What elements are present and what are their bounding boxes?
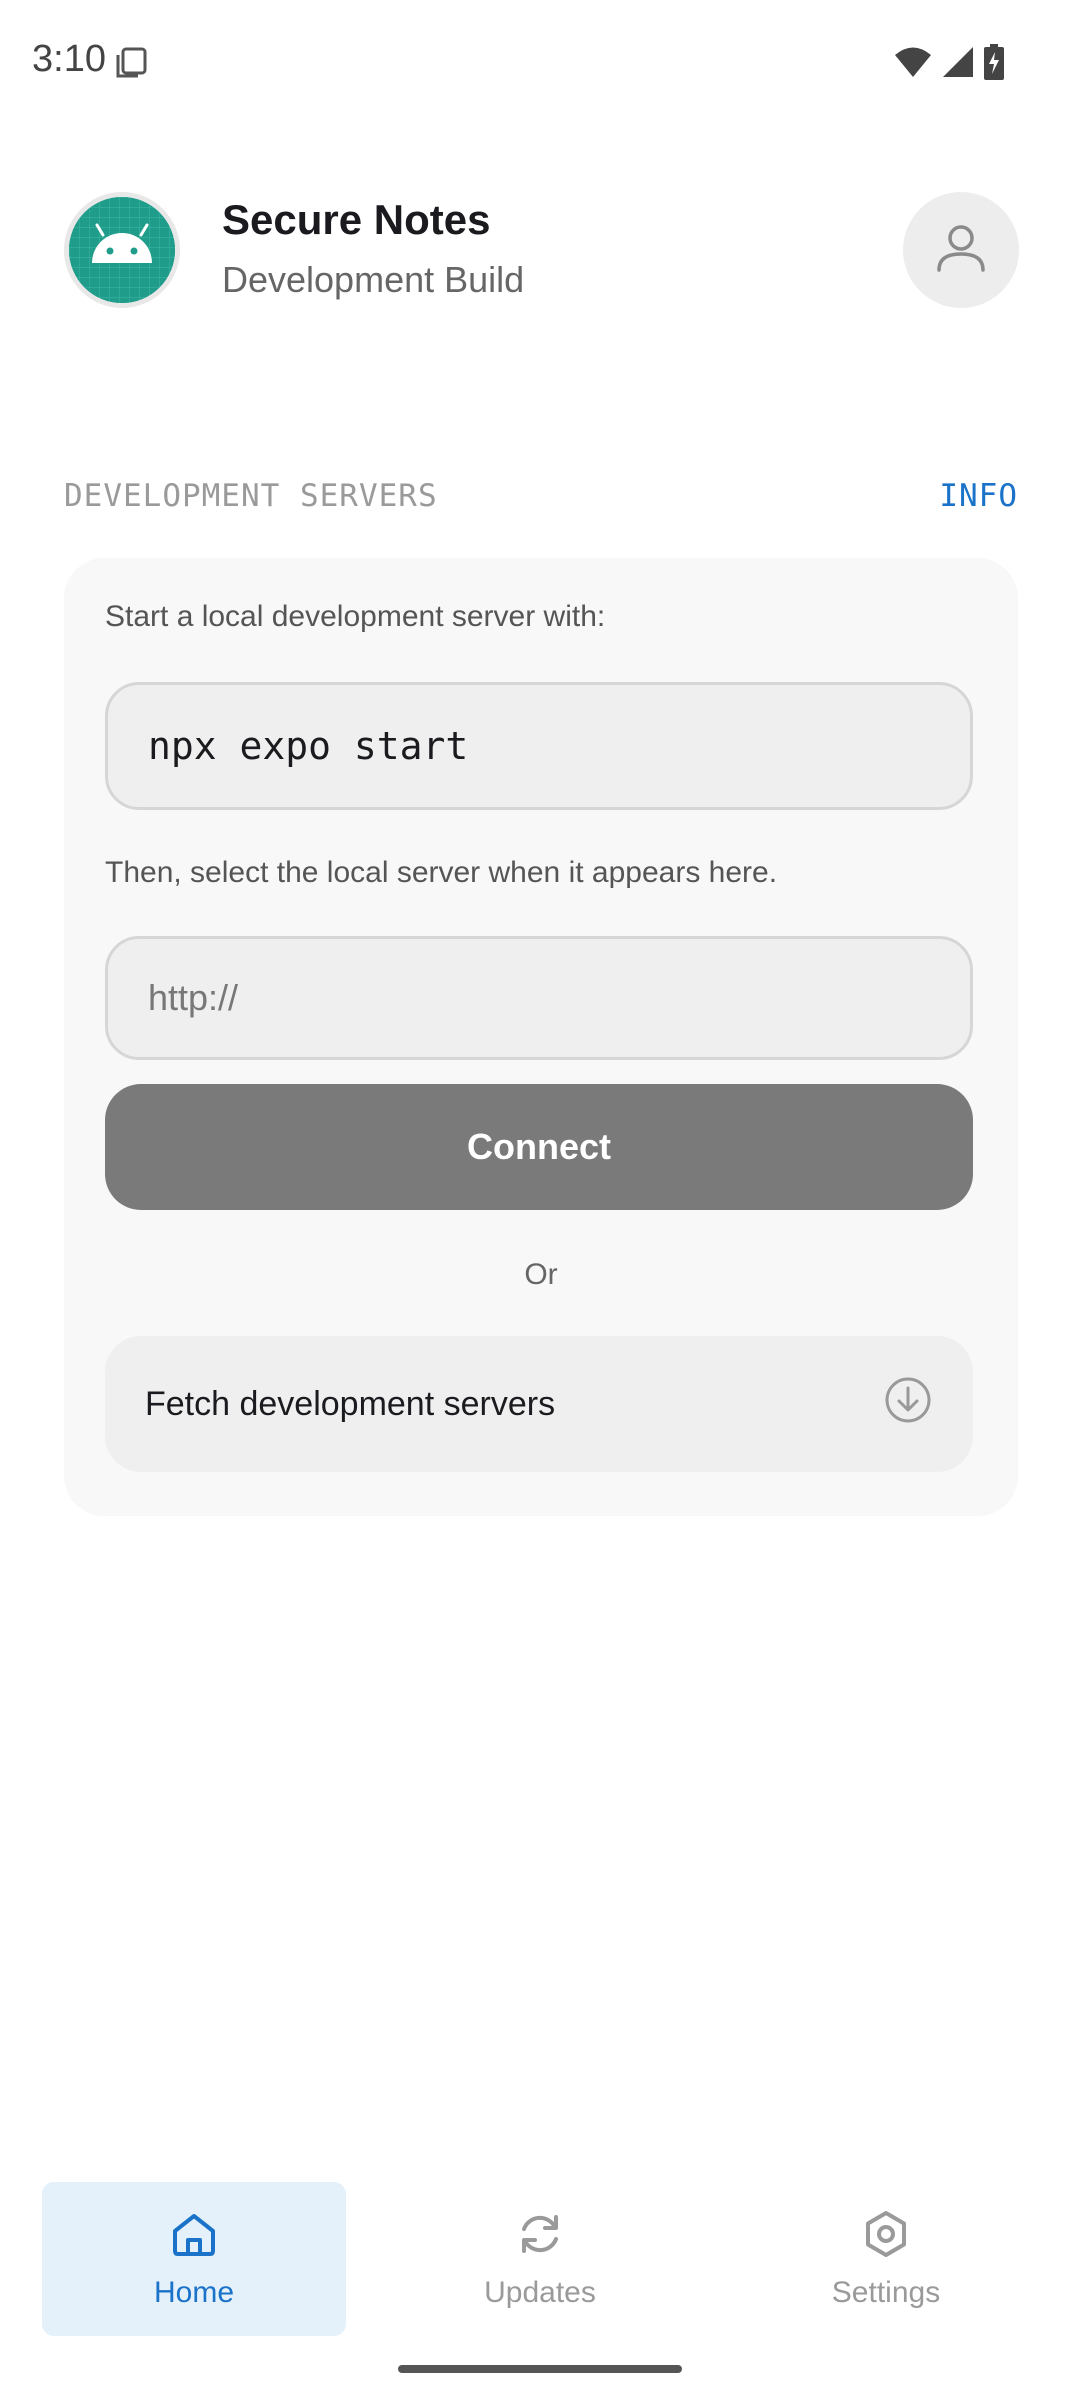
section-title: DEVELOPMENT SERVERS <box>64 478 438 514</box>
intro-text: Start a local development server with: <box>105 600 606 633</box>
wifi-icon <box>894 46 932 83</box>
signal-icon <box>942 46 974 83</box>
nav-item-settings[interactable]: Settings <box>734 2182 1038 2336</box>
home-icon <box>169 2209 219 2264</box>
bottom-nav: Home Updates Settings <box>0 2180 1080 2340</box>
fetch-servers-label: Fetch development servers <box>145 1384 556 1423</box>
connect-button[interactable]: Connect <box>105 1084 973 1210</box>
nav-label-updates: Updates <box>484 2275 596 2309</box>
info-button[interactable]: INFO <box>939 478 1018 514</box>
dev-servers-card: Start a local development server with: n… <box>64 558 1018 1516</box>
profile-button[interactable] <box>903 192 1019 308</box>
download-circle-icon <box>883 1375 933 1434</box>
fetch-servers-button[interactable]: Fetch development servers <box>105 1336 973 1472</box>
build-type: Development Build <box>222 259 525 300</box>
status-icons <box>894 44 1004 85</box>
refresh-icon <box>515 2209 565 2264</box>
nav-item-home[interactable]: Home <box>42 2182 346 2336</box>
status-bar: 3:10 <box>0 0 1080 128</box>
app-icon <box>64 192 180 308</box>
select-server-text: Then, select the local server when it ap… <box>105 856 778 889</box>
nav-label-settings: Settings <box>831 2275 941 2309</box>
nav-item-updates[interactable]: Updates <box>388 2182 692 2336</box>
or-divider-text: Or <box>524 1258 558 1291</box>
app-title: Secure Notes <box>222 196 491 243</box>
server-url-input[interactable] <box>105 936 973 1060</box>
notification-copy-icon <box>114 46 148 80</box>
settings-icon <box>861 2209 911 2264</box>
nav-label-home: Home <box>153 2275 235 2309</box>
android-icon <box>69 197 175 303</box>
battery-charging-icon <box>984 44 1004 85</box>
user-icon <box>931 218 991 283</box>
home-indicator[interactable] <box>398 2365 682 2373</box>
status-time: 3:10 <box>32 38 106 80</box>
command-box[interactable]: npx expo start <box>105 682 973 810</box>
